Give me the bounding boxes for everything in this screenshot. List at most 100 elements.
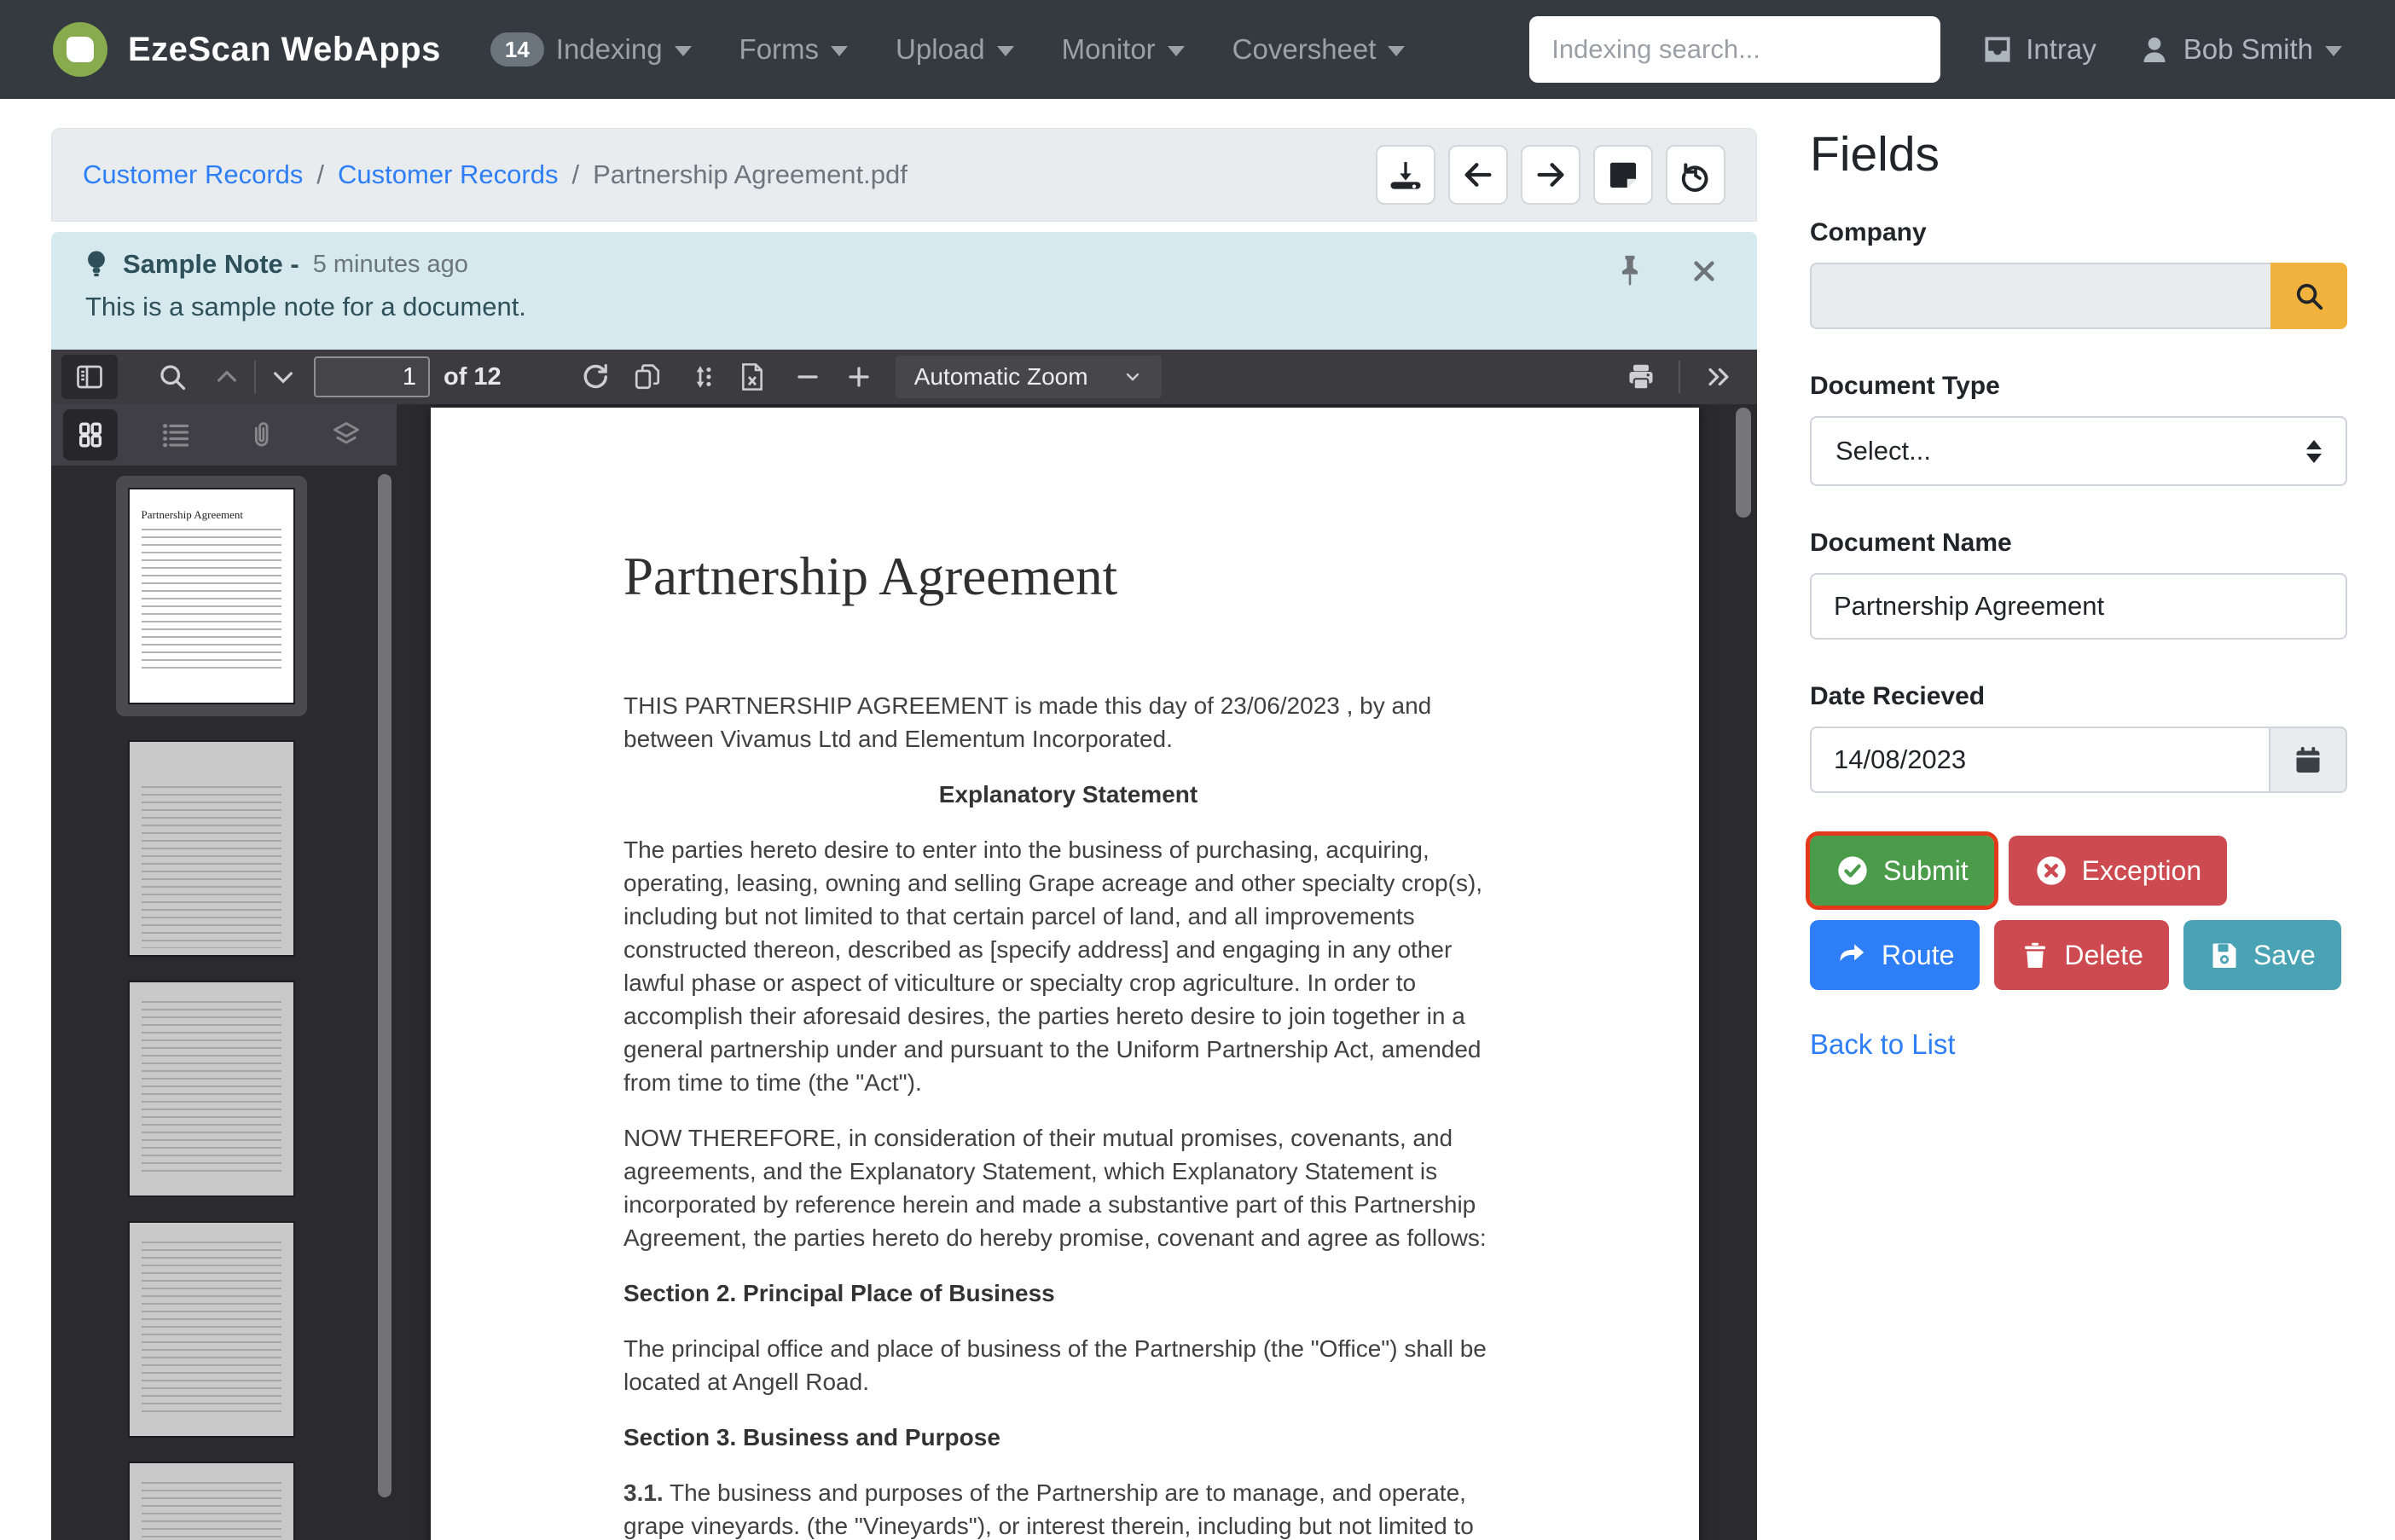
page-count-label: of 12	[444, 363, 502, 391]
document-name-label: Document Name	[1810, 529, 2356, 558]
pdf-paragraph: The principal office and place of busine…	[623, 1332, 1513, 1398]
pdf-heading-section3: Section 3. Business and Purpose	[623, 1421, 1513, 1454]
export-spreadsheet-button[interactable]	[739, 362, 766, 392]
company-input[interactable]	[1810, 263, 2270, 329]
breadcrumb-current-file: Partnership Agreement.pdf	[593, 159, 908, 190]
calendar-icon	[2293, 744, 2323, 775]
search-icon	[157, 362, 188, 392]
submit-button[interactable]: Submit	[1810, 836, 1994, 906]
print-icon	[1626, 362, 1656, 392]
zoom-level-select[interactable]: Automatic Zoom	[896, 356, 1162, 398]
fields-heading: Fields	[1810, 126, 2356, 182]
date-received-input[interactable]	[1810, 727, 2270, 793]
scroll-mode-button[interactable]	[686, 362, 715, 392]
thumbnail-page-1-selected[interactable]: Partnership Agreement	[116, 476, 307, 716]
top-navbar: EzeScan WebApps 14 Indexing Forms Upload…	[0, 0, 2395, 99]
note-timestamp: 5 minutes ago	[313, 251, 468, 279]
page-number-input[interactable]	[314, 356, 430, 397]
note-title: Sample Note -	[123, 249, 299, 280]
pdf-heading-explanatory: Explanatory Statement	[623, 778, 1513, 811]
nav-item-coversheet[interactable]: Coversheet	[1232, 33, 1406, 66]
date-picker-button[interactable]	[2270, 727, 2347, 793]
attachments-view-button[interactable]	[234, 409, 288, 460]
pdf-toolbar: of 12 Automatic Zoom	[51, 350, 1757, 404]
chevron-down-icon	[675, 46, 692, 56]
page-views-button[interactable]	[633, 362, 662, 392]
outline-view-button[interactable]	[148, 409, 203, 460]
double-chevron-right-icon	[1702, 362, 1735, 391]
fields-panel: Fields Company Document Type Select... D…	[1810, 126, 2356, 1061]
print-button[interactable]	[1626, 362, 1656, 392]
breadcrumb-customer-records-2[interactable]: Customer Records	[338, 159, 558, 190]
lightbulb-icon	[84, 250, 109, 279]
chevron-down-icon	[1168, 46, 1185, 56]
note-body: This is a sample note for a document.	[85, 292, 1725, 322]
select-caret-icon	[2306, 440, 2322, 463]
thumbnail-page-4[interactable]	[128, 1221, 295, 1438]
route-arrow-icon	[1835, 939, 1868, 971]
pdf-paragraph: 3.1. The business and purposes of the Pa…	[623, 1476, 1513, 1540]
thumbnails-grid-icon	[76, 420, 105, 449]
layers-icon	[331, 420, 362, 450]
layers-view-button[interactable]	[319, 409, 374, 460]
document-type-label: Document Type	[1810, 372, 2356, 401]
viewer-scrollbar[interactable]	[1736, 408, 1751, 518]
nav-links: 14 Indexing Forms Upload Monitor Coversh…	[490, 32, 1406, 67]
save-button[interactable]: Save	[2183, 920, 2341, 990]
paperclip-icon	[246, 420, 275, 450]
pdf-paragraph: The parties hereto desire to enter into …	[623, 833, 1513, 1099]
next-page-button[interactable]	[270, 363, 297, 391]
thumbnail-page-3[interactable]	[128, 981, 295, 1197]
user-menu[interactable]: Bob Smith	[2137, 32, 2342, 67]
nav-item-monitor[interactable]: Monitor	[1062, 33, 1185, 66]
find-button[interactable]	[157, 362, 188, 392]
route-button[interactable]: Route	[1810, 920, 1980, 990]
close-icon[interactable]	[1690, 258, 1718, 285]
rotate-button[interactable]	[578, 362, 609, 392]
nav-item-forms[interactable]: Forms	[739, 33, 849, 66]
notes-button[interactable]	[1593, 145, 1653, 205]
chevron-down-icon	[270, 363, 297, 391]
delete-button[interactable]: Delete	[1994, 920, 2169, 990]
document-name-input[interactable]	[1810, 573, 2347, 640]
next-document-button[interactable]	[1521, 145, 1580, 205]
chevron-up-icon	[213, 363, 241, 391]
chevron-down-icon	[1122, 367, 1143, 387]
arrow-right-icon	[1534, 158, 1568, 192]
thumbnail-page-5[interactable]	[128, 1462, 295, 1540]
nav-item-upload[interactable]: Upload	[896, 33, 1014, 66]
history-button[interactable]	[1666, 145, 1725, 205]
previous-page-button[interactable]	[213, 363, 241, 391]
pdf-viewer-area: Partnership Agreement THIS PARTNERSHIP A…	[397, 404, 1757, 1540]
search-icon	[2293, 280, 2325, 312]
breadcrumb: Customer Records / Customer Records / Pa…	[83, 159, 908, 190]
secondary-toolbar-button[interactable]	[1702, 362, 1735, 391]
zoom-out-button[interactable]	[795, 364, 821, 390]
nav-item-indexing[interactable]: 14 Indexing	[490, 32, 692, 67]
intray-button[interactable]: Intray	[1981, 33, 2096, 66]
chevron-down-icon	[2325, 46, 2342, 56]
thumbnails-view-button[interactable]	[63, 409, 118, 460]
document-type-select[interactable]: Select...	[1810, 416, 2347, 486]
previous-document-button[interactable]	[1448, 145, 1508, 205]
brand[interactable]: EzeScan WebApps	[53, 22, 441, 77]
breadcrumb-customer-records-1[interactable]: Customer Records	[83, 159, 303, 190]
pdf-sidebar-header	[51, 404, 397, 466]
outline-list-icon	[160, 420, 191, 450]
exception-button[interactable]: Exception	[2009, 836, 2228, 906]
zoom-in-button[interactable]	[846, 364, 872, 390]
minus-icon	[795, 364, 821, 390]
back-to-list-link[interactable]: Back to List	[1810, 1028, 1956, 1061]
trash-icon	[2020, 939, 2050, 971]
pin-icon[interactable]	[1617, 254, 1643, 288]
chevron-down-icon	[831, 46, 848, 56]
intray-icon	[1981, 33, 2014, 66]
user-icon	[2137, 32, 2172, 67]
sidebar-scrollbar[interactable]	[378, 474, 391, 1497]
company-search-button[interactable]	[2270, 263, 2347, 329]
thumbnail-page-2[interactable]	[128, 740, 295, 957]
sidebar-toggle-button[interactable]	[61, 355, 118, 399]
document-header-bar: Customer Records / Customer Records / Pa…	[51, 128, 1757, 222]
download-button[interactable]	[1376, 145, 1435, 205]
indexing-search-input[interactable]	[1529, 16, 1940, 83]
